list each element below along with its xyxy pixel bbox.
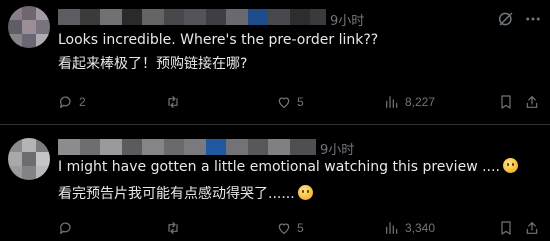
reply-button[interactable]: 2 — [58, 92, 86, 112]
heart-icon — [278, 223, 290, 234]
like-count: 5 — [297, 95, 304, 109]
reply-icon — [60, 222, 71, 234]
share-icon — [526, 222, 538, 234]
timestamp[interactable]: 9小时 — [320, 139, 354, 158]
repost-button[interactable] — [165, 218, 181, 238]
views-button[interactable]: 8,227 — [384, 92, 435, 112]
action-bar: 2 5 8,227 — [58, 92, 538, 112]
reply-button[interactable] — [58, 218, 74, 238]
teary-smile-emoji — [297, 185, 313, 200]
views-count: 3,340 — [405, 221, 436, 235]
bookmark-icon — [501, 221, 511, 235]
reply-text-chinese: 看起来棒极了！预购链接在哪? — [58, 56, 248, 72]
share-button[interactable] — [524, 92, 540, 112]
views-icon — [386, 222, 398, 234]
views-button[interactable]: 3,340 — [384, 218, 435, 238]
bookmark-button[interactable] — [498, 92, 514, 112]
reply-text-english: Looks incredible. Where's the pre-order … — [58, 32, 379, 48]
heart-icon — [278, 97, 290, 108]
teary-smile-emoji — [502, 158, 518, 173]
author-name-redacted[interactable] — [58, 9, 326, 25]
reply-post[interactable]: 9小时 I might have gotten a little emotion… — [0, 125, 550, 241]
grok-icon[interactable] — [497, 10, 515, 28]
avatar[interactable] — [8, 138, 50, 180]
reply-icon — [60, 96, 71, 108]
views-icon — [386, 96, 398, 108]
action-bar: 5 3,340 — [58, 218, 538, 238]
bookmark-icon — [501, 95, 511, 109]
repost-icon — [168, 222, 178, 234]
share-button[interactable] — [524, 218, 540, 238]
timestamp[interactable]: 9小时 — [330, 10, 364, 29]
bookmark-button[interactable] — [498, 218, 514, 238]
reply-count: 2 — [79, 95, 86, 109]
avatar[interactable] — [8, 6, 50, 48]
views-count: 8,227 — [405, 95, 436, 109]
reply-text-english: I might have gotten a little emotional w… — [58, 158, 518, 176]
like-button[interactable]: 5 — [276, 92, 304, 112]
share-icon — [526, 96, 538, 108]
like-button[interactable]: 5 — [276, 218, 304, 238]
more-icon[interactable] — [524, 10, 542, 28]
repost-button[interactable] — [165, 92, 181, 112]
reply-text-chinese: 看完预告片我可能有点感动得哭了...... — [58, 185, 313, 203]
author-name-redacted[interactable] — [58, 139, 316, 155]
reply-post[interactable]: 9小时 Looks incredible. Where's the pre-or… — [0, 0, 550, 124]
repost-icon — [168, 96, 178, 108]
like-count: 5 — [297, 221, 304, 235]
